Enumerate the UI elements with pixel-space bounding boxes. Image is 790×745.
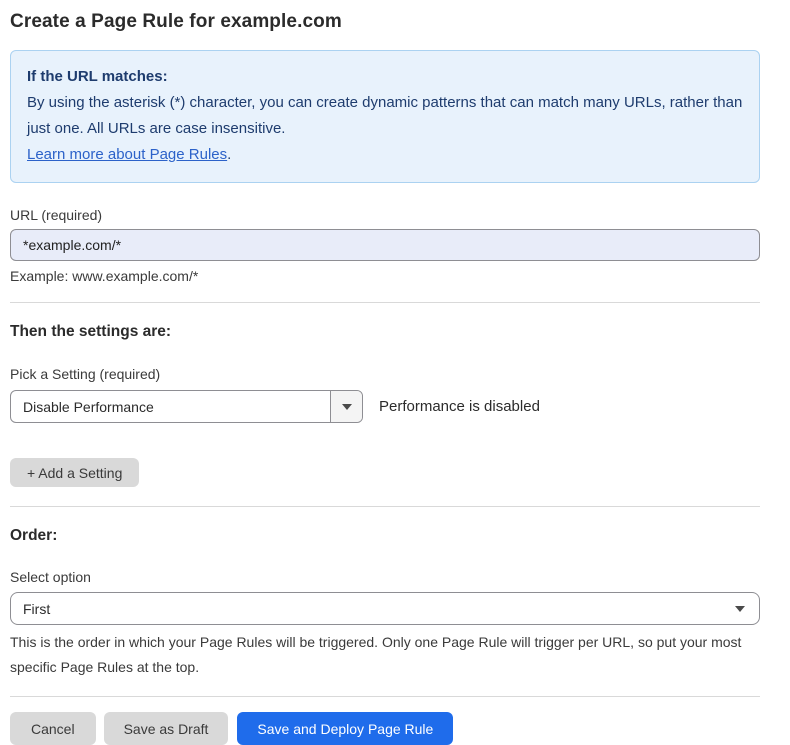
order-help-text: This is the order in which your Page Rul… xyxy=(10,630,750,680)
order-select-value: First xyxy=(11,593,721,624)
order-select-label: Select option xyxy=(10,569,760,585)
setting-row: Disable Performance Performance is disab… xyxy=(10,390,760,423)
url-example-text: Example: www.example.com/* xyxy=(10,268,760,284)
page-title: Create a Page Rule for example.com xyxy=(10,0,760,33)
caret-down-icon xyxy=(342,404,352,410)
setting-select-arrow-button[interactable] xyxy=(330,391,362,422)
page-rule-form: Create a Page Rule for example.com If th… xyxy=(10,0,760,745)
add-setting-button[interactable]: + Add a Setting xyxy=(10,458,139,487)
url-matches-info-box: If the URL matches: By using the asteris… xyxy=(10,50,760,183)
link-suffix: . xyxy=(227,146,231,163)
setting-select[interactable]: Disable Performance xyxy=(10,390,363,423)
order-select[interactable]: First xyxy=(10,592,760,625)
info-box-heading: If the URL matches: xyxy=(27,64,743,90)
divider xyxy=(10,302,760,303)
setting-select-value: Disable Performance xyxy=(11,391,330,422)
settings-section-heading: Then the settings are: xyxy=(10,323,760,341)
save-and-deploy-button[interactable]: Save and Deploy Page Rule xyxy=(237,712,453,745)
divider xyxy=(10,506,760,507)
form-actions: Cancel Save as Draft Save and Deploy Pag… xyxy=(10,712,760,745)
order-select-arrow xyxy=(721,593,759,624)
url-input[interactable] xyxy=(10,229,760,261)
caret-down-icon xyxy=(735,606,745,612)
order-section-heading: Order: xyxy=(10,527,760,545)
info-box-body-text: By using the asterisk (*) character, you… xyxy=(27,94,742,137)
setting-picker-label: Pick a Setting (required) xyxy=(10,366,760,382)
divider xyxy=(10,696,760,697)
info-box-body: By using the asterisk (*) character, you… xyxy=(27,90,743,168)
save-as-draft-button[interactable]: Save as Draft xyxy=(104,712,229,745)
setting-status-text: Performance is disabled xyxy=(379,398,540,415)
cancel-button[interactable]: Cancel xyxy=(10,712,96,745)
learn-more-link[interactable]: Learn more about Page Rules xyxy=(27,146,227,163)
url-field-label: URL (required) xyxy=(10,207,760,223)
